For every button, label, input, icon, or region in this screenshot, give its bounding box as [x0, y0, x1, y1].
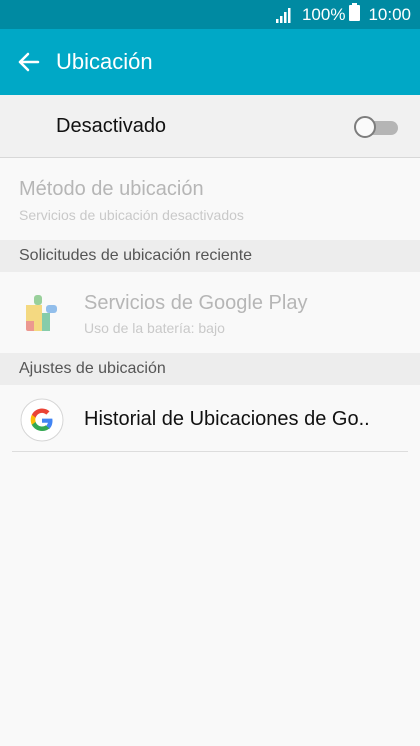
- battery-icon: [349, 3, 361, 26]
- page-title: Ubicación: [56, 49, 153, 74]
- location-toggle[interactable]: [354, 116, 398, 138]
- recent-requests-header: Solicitudes de ubicación reciente: [0, 240, 420, 272]
- battery-percent: 100%: [301, 4, 346, 24]
- signal-icon: [275, 7, 292, 23]
- location-settings-header: Ajustes de ubicación: [0, 353, 420, 385]
- google-play-services-title: Servicios de Google Play: [84, 292, 308, 314]
- google-play-services-subtitle: Uso de la batería: bajo: [84, 320, 225, 336]
- location-method-subtitle: Servicios de ubicación desactivados: [19, 207, 244, 223]
- app-bar: Ubicación: [0, 29, 420, 95]
- list-divider: [12, 451, 408, 452]
- google-g-icon: [20, 398, 64, 447]
- google-location-history-title: Historial de Ubicaciones de Go..: [84, 408, 370, 430]
- status-bar: 100% 10:00: [0, 0, 420, 29]
- clock: 10:00: [368, 4, 411, 24]
- back-arrow-icon[interactable]: [16, 49, 42, 75]
- master-switch-label: Desactivado: [56, 115, 167, 137]
- toggle-thumb: [354, 116, 376, 138]
- google-play-services-icon: [24, 291, 60, 338]
- location-method-title: Método de ubicación: [19, 178, 204, 200]
